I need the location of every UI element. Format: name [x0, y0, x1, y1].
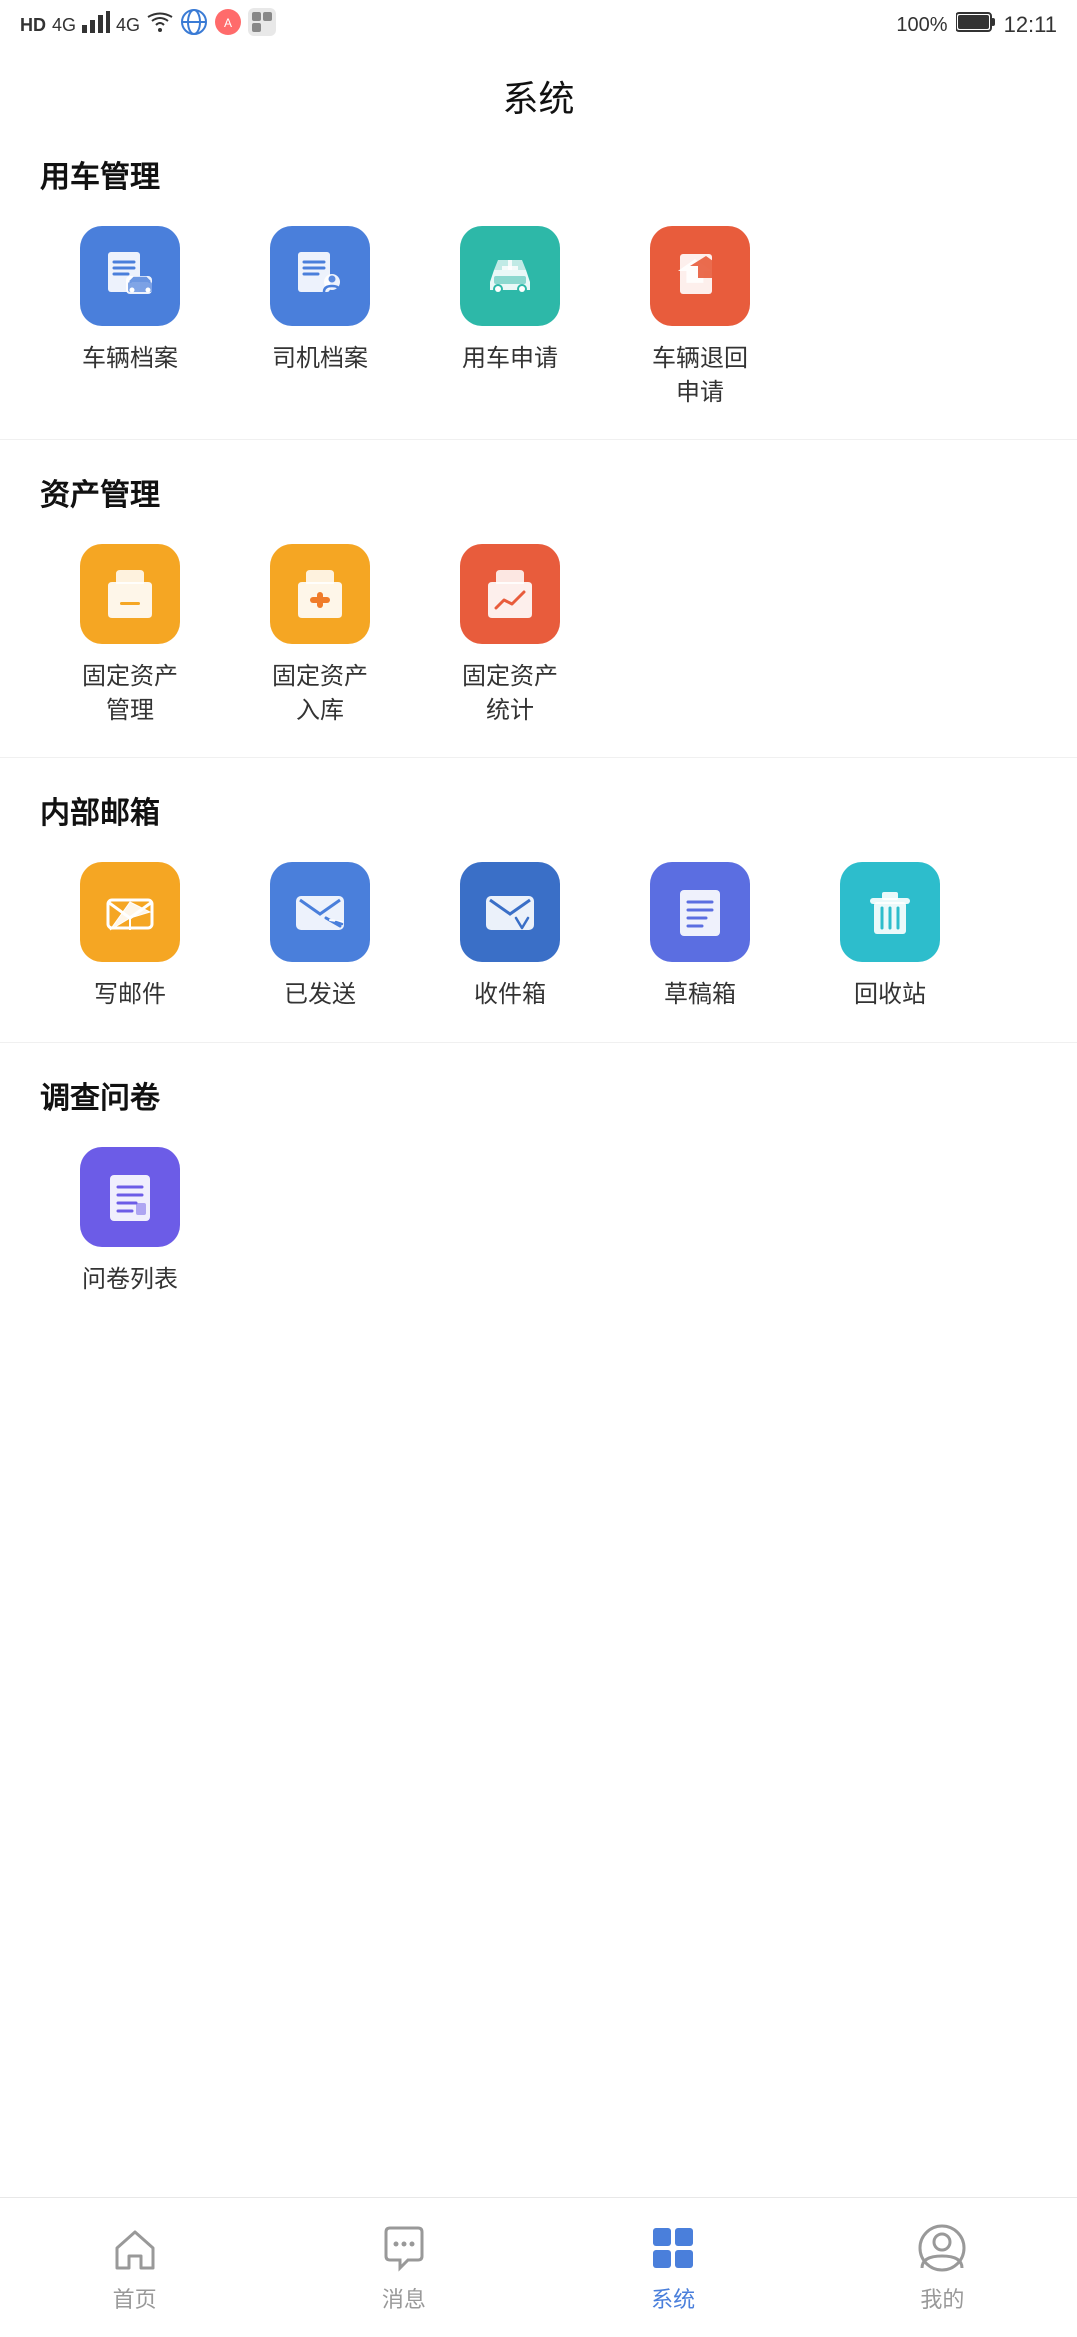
vehicle-archive-label: 车辆档案	[82, 342, 178, 376]
status-bar-right: 100% 12:11	[896, 11, 1057, 39]
nav-home-label: 首页	[113, 2282, 157, 2314]
app-icon-1: A	[214, 8, 242, 42]
nav-home[interactable]: 首页	[0, 2222, 269, 2314]
trash-icon-box	[840, 862, 940, 962]
write-mail-label: 写邮件	[94, 978, 166, 1012]
draft-label: 草稿箱	[664, 978, 736, 1012]
fixed-asset-manage-item[interactable]: 固定资产 管理	[40, 544, 220, 727]
hd-indicator: HD	[20, 15, 46, 36]
section-title-vehicle: 用车管理	[40, 152, 1037, 196]
vehicle-return-icon-box	[650, 226, 750, 326]
page-title: 系统	[0, 50, 1077, 152]
nav-message-label: 消息	[382, 2282, 426, 2314]
fixed-asset-manage-label: 固定资产 管理	[82, 660, 178, 727]
survey-list-label: 问卷列表	[82, 1263, 178, 1297]
inbox-icon-box	[460, 862, 560, 962]
fixed-asset-in-item[interactable]: 固定资产 入库	[230, 544, 410, 727]
fixed-asset-stat-icon-box	[460, 544, 560, 644]
section-asset: 资产管理 固定资产 管理	[0, 470, 1077, 727]
fixed-asset-in-label: 固定资产 入库	[272, 660, 368, 727]
signal-4g-2: 4G	[116, 15, 140, 36]
section-title-survey: 调查问卷	[40, 1073, 1037, 1117]
app-icon-2	[248, 8, 276, 42]
time-display: 12:11	[1004, 12, 1057, 38]
fixed-asset-stat-label: 固定资产 统计	[462, 660, 558, 727]
nav-mine-label: 我的	[920, 2282, 964, 2314]
bottom-nav: 首页 消息 系统 我的	[0, 2197, 1077, 2337]
survey-list-icon-box	[80, 1147, 180, 1247]
draft-item[interactable]: 草稿箱	[610, 862, 790, 1012]
sent-mail-label: 已发送	[284, 978, 356, 1012]
status-bar: HD 4G 4G A 100% 12:11	[0, 0, 1077, 50]
vehicle-apply-item[interactable]: 用车申请	[420, 226, 600, 409]
vehicle-return-item[interactable]: 车辆退回 申请	[610, 226, 790, 409]
signal-bars	[82, 11, 110, 39]
write-mail-icon-box	[80, 862, 180, 962]
battery-percent: 100%	[896, 14, 947, 37]
nav-system[interactable]: 系统	[539, 2222, 808, 2314]
survey-list-item[interactable]: 问卷列表	[40, 1147, 220, 1297]
globe-icon	[180, 8, 208, 42]
section-mail: 内部邮箱 写邮件	[0, 788, 1077, 1012]
vehicle-archive-icon-box	[80, 226, 180, 326]
vehicle-archive-item[interactable]: 车辆档案	[40, 226, 220, 409]
divider-1	[0, 439, 1077, 440]
inbox-label: 收件箱	[474, 978, 546, 1012]
section-survey: 调查问卷 问卷列表	[0, 1073, 1077, 1297]
fixed-asset-in-icon-box	[270, 544, 370, 644]
divider-3	[0, 1042, 1077, 1043]
driver-archive-item[interactable]: 司机档案	[230, 226, 410, 409]
signal-4g: 4G	[52, 15, 76, 36]
draft-icon-box	[650, 862, 750, 962]
sent-mail-icon-box	[270, 862, 370, 962]
wifi-icon	[146, 11, 174, 39]
vehicle-return-label: 车辆退回 申请	[652, 342, 748, 409]
section-title-mail: 内部邮箱	[40, 788, 1037, 832]
fixed-asset-manage-icon-box	[80, 544, 180, 644]
content-area: 用车管理 车辆档案	[0, 152, 1077, 1487]
inbox-item[interactable]: 收件箱	[420, 862, 600, 1012]
asset-grid: 固定资产 管理 固定资产 入库	[40, 544, 1037, 727]
mail-grid: 写邮件 已发送	[40, 862, 1037, 1012]
sent-mail-item[interactable]: 已发送	[230, 862, 410, 1012]
survey-grid: 问卷列表	[40, 1147, 1037, 1297]
section-vehicle: 用车管理 车辆档案	[0, 152, 1077, 409]
driver-archive-icon-box	[270, 226, 370, 326]
section-title-asset: 资产管理	[40, 470, 1037, 514]
status-bar-left: HD 4G 4G A	[20, 8, 276, 42]
vehicle-apply-icon-box	[460, 226, 560, 326]
divider-2	[0, 757, 1077, 758]
svg-text:A: A	[224, 16, 232, 30]
trash-item[interactable]: 回收站	[800, 862, 980, 1012]
vehicle-apply-label: 用车申请	[462, 342, 558, 376]
driver-archive-label: 司机档案	[272, 342, 368, 376]
nav-message[interactable]: 消息	[269, 2222, 538, 2314]
trash-label: 回收站	[854, 978, 926, 1012]
nav-system-label: 系统	[651, 2282, 695, 2314]
nav-mine[interactable]: 我的	[808, 2222, 1077, 2314]
write-mail-item[interactable]: 写邮件	[40, 862, 220, 1012]
vehicle-grid: 车辆档案 司机档案	[40, 226, 1037, 409]
fixed-asset-stat-item[interactable]: 固定资产 统计	[420, 544, 600, 727]
battery-icon	[956, 11, 996, 39]
